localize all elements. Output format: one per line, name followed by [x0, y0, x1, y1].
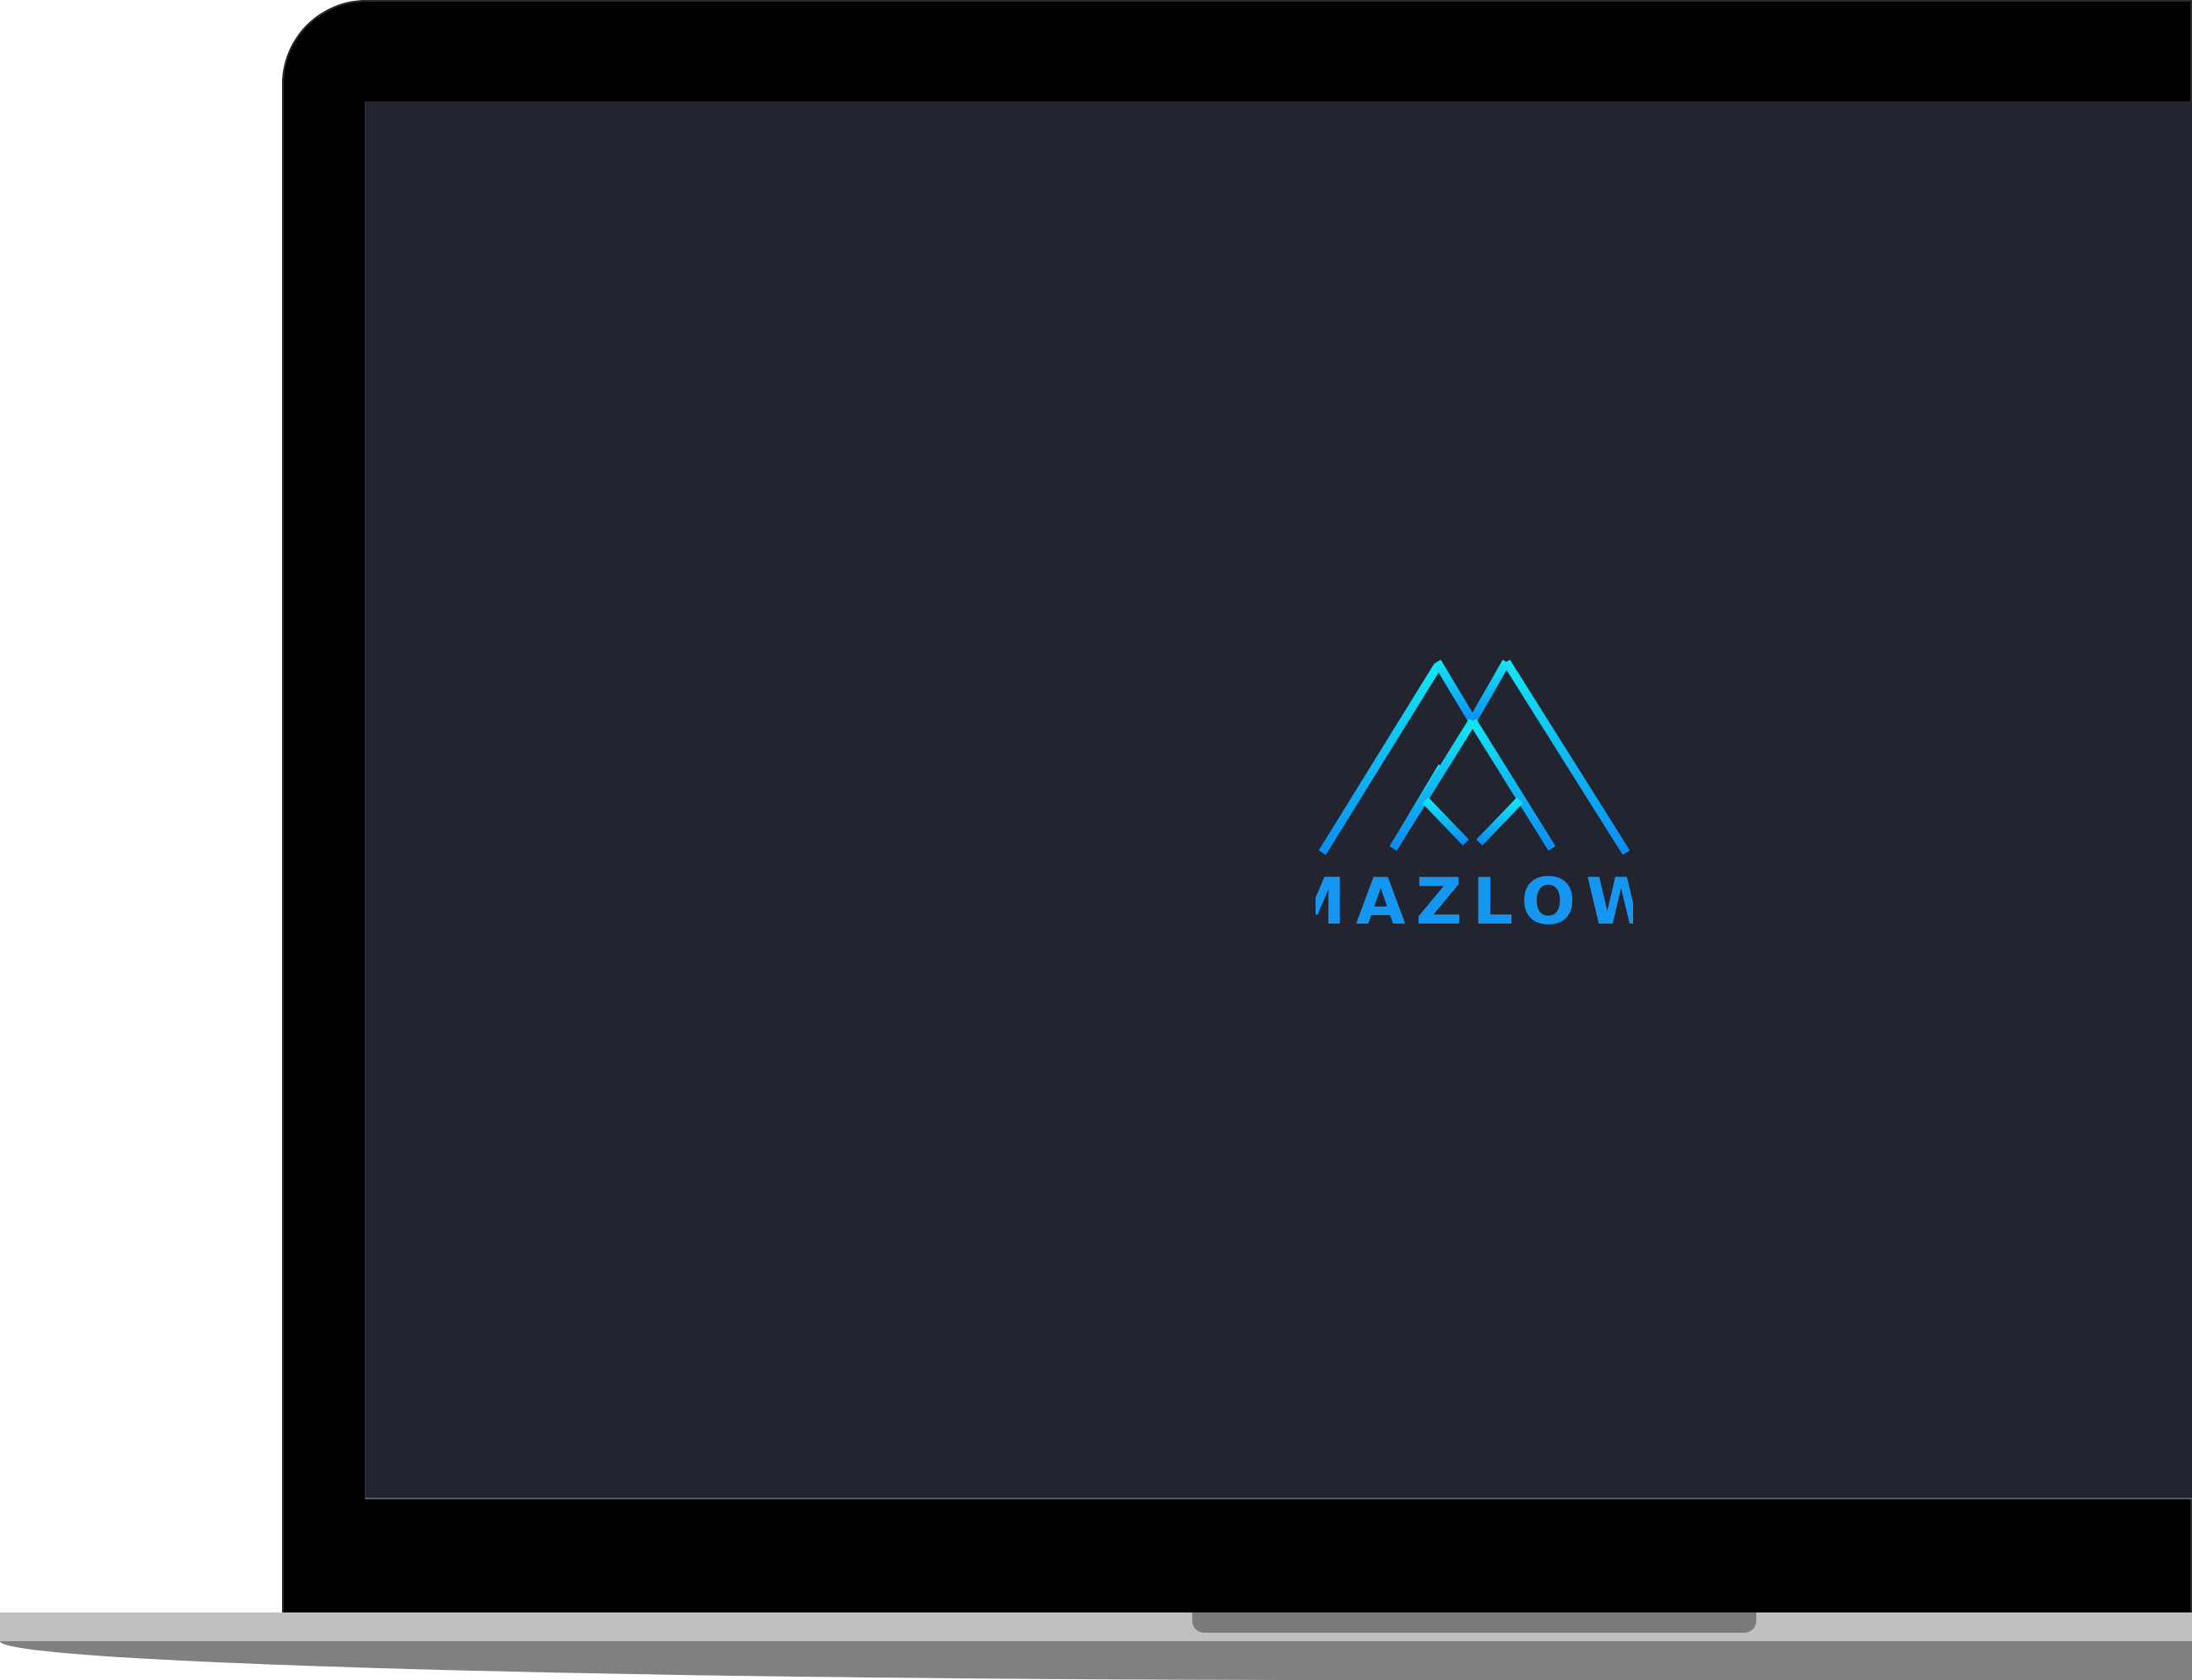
- laptop-screen: [365, 101, 2192, 1499]
- laptop-base-bottom: [0, 1641, 2192, 1680]
- laptop-mockup-scene: MAZLOW: [0, 0, 2192, 1680]
- brand-name: MAZLOW: [1316, 871, 1633, 935]
- brand-wordmark: MAZLOW: [1316, 871, 1633, 935]
- mountain-peaks-logo-icon: [1318, 659, 1630, 857]
- laptop-notch: [1192, 1612, 1756, 1633]
- laptop-base-top: [0, 1612, 2192, 1641]
- splash-logo: MAZLOW: [1316, 650, 1633, 947]
